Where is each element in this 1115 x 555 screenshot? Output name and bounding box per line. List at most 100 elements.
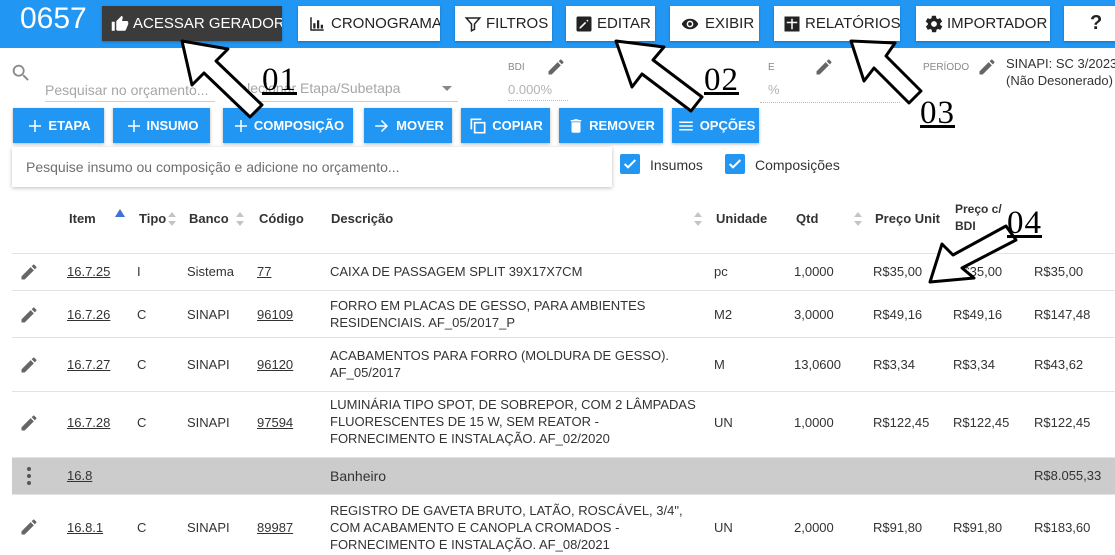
plus-icon <box>29 119 42 132</box>
col-header-unidade[interactable]: Unidade <box>716 211 767 226</box>
top-bar: 0657 ACESSAR GERADOR CRONOGRAMA FILTROS … <box>0 0 1115 48</box>
edit-row-icon[interactable] <box>19 517 39 537</box>
second-field-value: % <box>768 82 780 97</box>
acessar-gerador-label: ACESSAR GERADOR <box>133 15 282 32</box>
price-base-line1: SINAPI: SC 3/2023 <box>1006 56 1115 71</box>
col-header-qtd[interactable]: Qtd <box>796 211 818 226</box>
edit-base-icon[interactable] <box>977 57 997 77</box>
annotation-label-04: 04 <box>1007 205 1042 241</box>
row-tipo: C <box>137 307 147 322</box>
annotation-label-01: 01 <box>262 62 297 98</box>
row-qtd: 3,0000 <box>794 307 834 322</box>
checkmark-icon <box>623 159 637 169</box>
relatorios-label: RELATÓRIOS <box>805 15 900 32</box>
trash-icon <box>570 118 582 133</box>
arrow-right-icon <box>375 119 389 132</box>
periodo-label: PERÍODO <box>923 62 970 73</box>
help-button[interactable]: ? <box>1064 6 1115 41</box>
row-banco: SINAPI <box>187 415 230 430</box>
row-total: R$8.055,33 <box>1034 468 1102 483</box>
col-header-codigo[interactable]: Código <box>259 211 304 226</box>
price-base: SINAPI: SC 3/2023 (Não Desonerado) <box>1006 55 1115 89</box>
copiar-button[interactable]: COPIAR <box>461 108 550 143</box>
row-tipo: C <box>137 357 147 372</box>
row-descricao: FORRO EM PLACAS DE GESSO, PARA AMBIENTES… <box>330 298 646 330</box>
bar-chart-icon <box>310 16 324 31</box>
row-tipo: I <box>137 264 141 279</box>
row-codigo[interactable]: 96109 <box>257 307 293 322</box>
edit-bdi-icon[interactable] <box>546 57 566 77</box>
row-codigo[interactable]: 89987 <box>257 520 293 535</box>
row-item[interactable]: 16.7.27 <box>67 357 110 372</box>
table-row-etapa[interactable] <box>12 457 1115 494</box>
sort-asc-icon[interactable] <box>115 209 125 217</box>
add-item-search <box>12 147 612 187</box>
row-qtd: 2,0000 <box>794 520 834 535</box>
col-header-item[interactable]: Item <box>69 211 96 226</box>
row-preco-unit: R$49,16 <box>873 307 923 322</box>
menu-icon <box>678 121 693 130</box>
more-vert-icon[interactable] <box>26 466 32 486</box>
row-preco-bdi: R$122,45 <box>953 415 1010 430</box>
row-unidade: pc <box>714 264 728 279</box>
row-codigo[interactable]: 77 <box>257 264 271 279</box>
row-item[interactable]: 16.7.25 <box>67 264 110 279</box>
second-field-label: E <box>768 62 775 73</box>
row-unidade: UN <box>714 415 733 430</box>
annotation-arrow-02 <box>614 39 704 113</box>
row-total: R$43,62 <box>1034 357 1084 372</box>
sort-icon[interactable] <box>694 212 702 226</box>
row-preco-unit: R$35,00 <box>873 264 923 279</box>
copy-icon <box>470 118 486 133</box>
insumos-checkbox[interactable] <box>620 154 640 174</box>
sort-icon[interactable] <box>854 212 862 226</box>
add-insumo-label: INSUMO <box>146 118 199 133</box>
mover-button[interactable]: MOVER <box>364 108 452 143</box>
add-etapa-label: ETAPA <box>48 118 91 133</box>
row-descricao: LUMINÁRIA TIPO SPOT, DE SOBREPOR, COM 2 … <box>330 397 696 446</box>
cronograma-button[interactable]: CRONOGRAMA <box>298 6 440 41</box>
row-qtd: 13,0600 <box>794 357 841 372</box>
row-codigo[interactable]: 97594 <box>257 415 293 430</box>
edit-row-icon[interactable] <box>19 305 39 325</box>
row-descricao: CAIXA DE PASSAGEM SPLIT 39X17X7CM <box>330 264 583 279</box>
add-item-search-input[interactable] <box>12 147 612 187</box>
col-header-tipo[interactable]: Tipo <box>139 211 166 226</box>
row-item[interactable]: 16.8.1 <box>67 520 103 535</box>
edit-second-field-icon[interactable] <box>814 57 834 77</box>
importador-button[interactable]: IMPORTADOR <box>916 6 1050 41</box>
row-codigo[interactable]: 96120 <box>257 357 293 372</box>
edit-row-icon[interactable] <box>19 355 39 375</box>
filter-icon <box>464 16 482 32</box>
plus-icon <box>127 119 140 132</box>
row-preco-unit: R$3,34 <box>873 357 915 372</box>
col-header-descricao[interactable]: Descrição <box>331 211 393 226</box>
sort-icon[interactable] <box>236 212 244 226</box>
add-etapa-button[interactable]: ETAPA <box>13 108 104 143</box>
row-item[interactable]: 16.8 <box>67 468 92 483</box>
row-unidade: M2 <box>714 307 733 322</box>
edit-row-icon[interactable] <box>19 262 39 282</box>
row-tipo: C <box>137 520 147 535</box>
bdi-label: BDI <box>508 62 525 73</box>
row-banco: SINAPI <box>187 307 230 322</box>
edit-row-icon[interactable] <box>19 413 39 433</box>
eye-icon <box>681 18 699 29</box>
row-item[interactable]: 16.7.28 <box>67 415 110 430</box>
add-composicao-label: COMPOSIÇÃO <box>253 118 345 133</box>
opcoes-label: OPÇÕES <box>699 118 756 133</box>
sort-icon[interactable] <box>168 212 176 226</box>
row-preco-bdi: R$91,80 <box>953 520 1003 535</box>
copiar-label: COPIAR <box>492 118 543 133</box>
row-unidade: UN <box>714 520 733 535</box>
row-descricao: REGISTRO DE GAVETA BRUTO, LATÃO, ROSCÁVE… <box>330 503 683 552</box>
row-tipo: C <box>137 415 147 430</box>
exibir-label: EXIBIR <box>705 15 755 32</box>
row-item[interactable]: 16.7.26 <box>67 307 110 322</box>
composicoes-checkbox[interactable] <box>725 154 745 174</box>
row-preco-unit: R$122,45 <box>873 415 930 430</box>
filtros-button[interactable]: FILTROS <box>455 6 552 41</box>
composicoes-checkbox-label: Composições <box>755 157 840 173</box>
filtros-label: FILTROS <box>486 15 549 32</box>
col-header-banco[interactable]: Banco <box>189 211 229 226</box>
